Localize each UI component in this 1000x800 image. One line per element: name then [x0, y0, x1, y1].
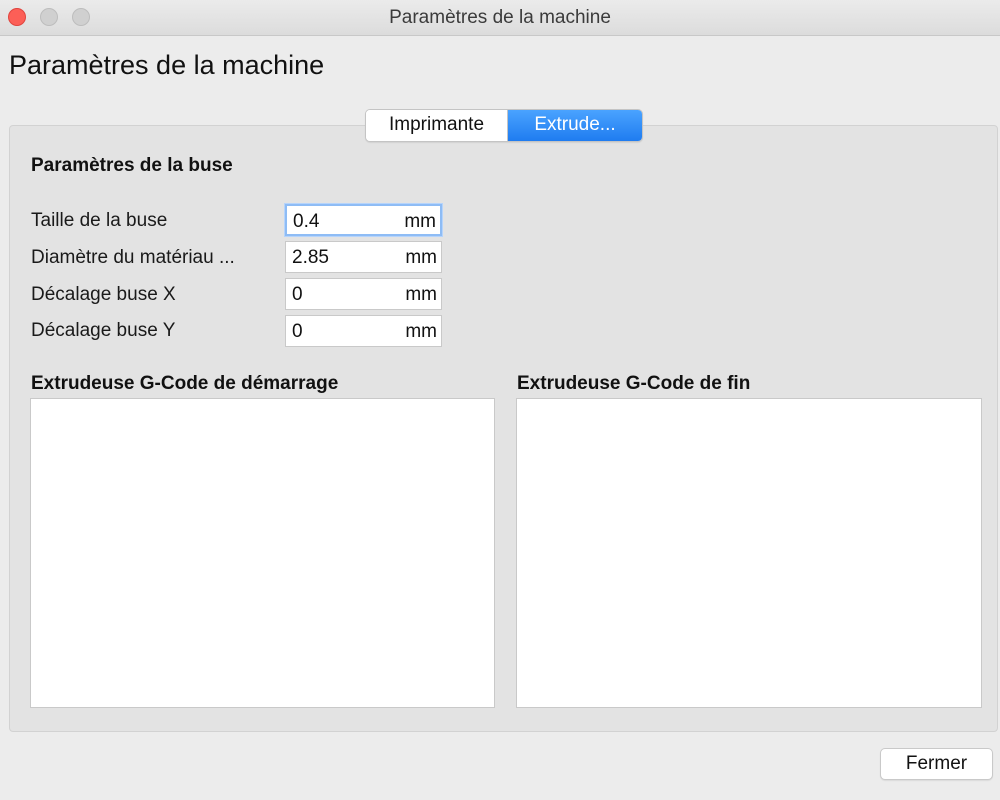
nozzle-size-field[interactable]: 0.4 mm	[285, 204, 442, 236]
machine-settings-window: Paramètres de la machine Paramètres de l…	[0, 0, 1000, 800]
nozzle-offset-x-field[interactable]: 0 mm	[285, 278, 442, 310]
material-diameter-field[interactable]: 2.85 mm	[285, 241, 442, 273]
start-gcode-title: Extrudeuse G-Code de démarrage	[31, 373, 339, 394]
nozzle-offset-y-field[interactable]: 0 mm	[285, 315, 442, 347]
nozzle-offset-y-unit: mm	[405, 321, 437, 342]
material-diameter-unit: mm	[405, 247, 437, 268]
nozzle-size-unit: mm	[404, 211, 436, 232]
nozzle-size-label: Taille de la buse	[31, 210, 168, 231]
nozzle-size-value: 0.4	[293, 211, 320, 232]
page-heading: Paramètres de la machine	[9, 50, 325, 80]
tab-bar: Imprimante Extrude...	[365, 109, 643, 142]
nozzle-offset-y-label: Décalage buse Y	[31, 320, 176, 341]
tab-printer[interactable]: Imprimante	[366, 110, 508, 141]
end-gcode-title: Extrudeuse G-Code de fin	[517, 373, 751, 394]
material-diameter-label: Diamètre du matériau ...	[31, 247, 235, 268]
tab-extruder[interactable]: Extrude...	[508, 110, 642, 141]
nozzle-offset-y-value: 0	[292, 321, 303, 342]
material-diameter-value: 2.85	[292, 247, 329, 268]
start-gcode-textarea[interactable]	[30, 398, 495, 708]
nozzle-offset-x-label: Décalage buse X	[31, 284, 176, 305]
title-bar: Paramètres de la machine	[0, 0, 1000, 36]
window-title: Paramètres de la machine	[389, 7, 611, 28]
nozzle-settings-title: Paramètres de la buse	[31, 155, 233, 176]
nozzle-offset-x-unit: mm	[405, 284, 437, 305]
end-gcode-textarea[interactable]	[516, 398, 982, 708]
nozzle-offset-x-value: 0	[292, 284, 303, 305]
close-button[interactable]: Fermer	[880, 748, 993, 780]
